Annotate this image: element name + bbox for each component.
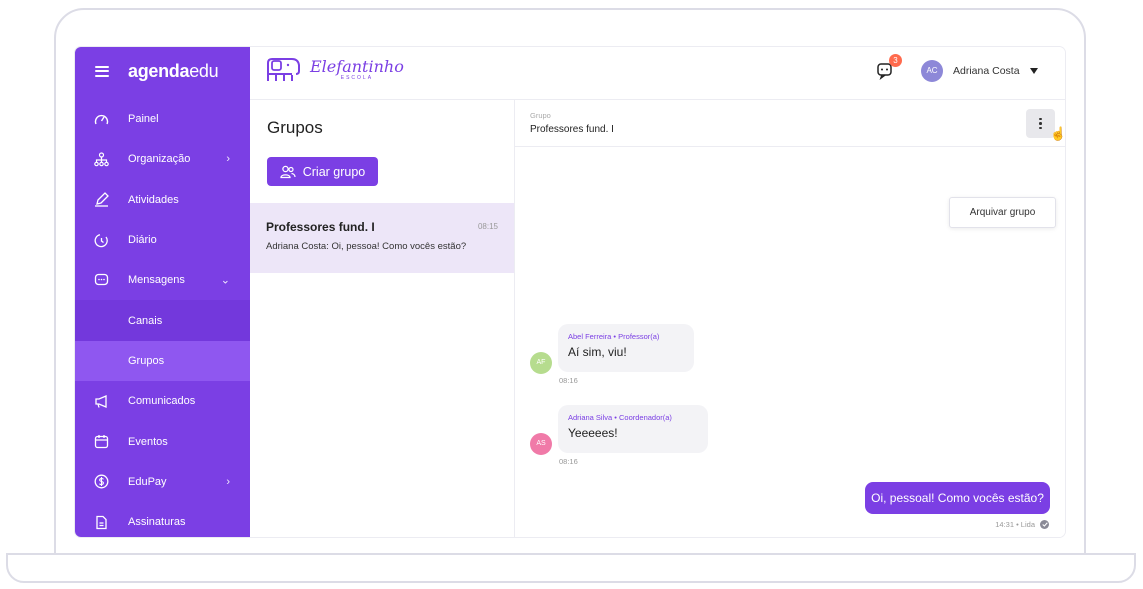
school-logo: Elefantinho ESCOLA bbox=[266, 57, 404, 83]
menu-icon[interactable] bbox=[95, 65, 109, 77]
chat-header: Grupo Professores fund. I ☝ bbox=[515, 100, 1065, 147]
sidebar-item-label: Atividades bbox=[128, 193, 179, 206]
school-name: Elefantinho bbox=[310, 57, 404, 76]
group-preview: Adriana Costa: Oi, pessoa! Como vocês es… bbox=[266, 241, 467, 252]
caret-down-icon bbox=[1029, 68, 1038, 74]
hand-cursor-icon: ☝ bbox=[1050, 126, 1065, 141]
message-bubble: Adriana Silva • Coordenador(a) Yeeeees! bbox=[558, 405, 708, 453]
sidebar-header: agendaedu bbox=[75, 47, 250, 95]
group-name: Professores fund. I bbox=[266, 220, 375, 234]
brand-logo: agendaedu bbox=[128, 60, 219, 81]
sidebar-item-label: Diário bbox=[128, 234, 157, 247]
message-time: 08:16 bbox=[559, 457, 578, 466]
avatar: AC bbox=[921, 60, 943, 82]
chevron-right-icon: › bbox=[226, 475, 230, 488]
message-author: Abel Ferreira • Professor(a) bbox=[568, 332, 660, 341]
sidebar-item-label: Organização bbox=[128, 153, 191, 166]
create-group-button[interactable]: Criar grupo bbox=[267, 157, 378, 186]
sidebar-item-diario[interactable]: Diário bbox=[75, 220, 250, 260]
sidebar: agendaedu Painel Organização › Atividade… bbox=[75, 47, 250, 537]
top-bar: Elefantinho ESCOLA 3 AC Adriana Costa bbox=[250, 47, 1065, 100]
message-time: 08:16 bbox=[559, 376, 578, 385]
calendar-icon bbox=[93, 434, 109, 450]
sidebar-item-canais[interactable]: Canais bbox=[75, 300, 250, 341]
avatar: AS bbox=[530, 433, 552, 455]
message-meta: 14:31 • Lida bbox=[995, 520, 1035, 529]
message-text: Aí sim, viu! bbox=[568, 345, 627, 359]
app-screen: agendaedu Painel Organização › Atividade… bbox=[75, 47, 1065, 537]
chat-panel: Grupo Professores fund. I ☝ Arquivar gru… bbox=[515, 100, 1065, 537]
megaphone-icon bbox=[93, 393, 109, 409]
chat-icon bbox=[93, 272, 109, 288]
cycle-icon bbox=[93, 232, 109, 248]
pencil-icon bbox=[93, 192, 109, 208]
dollar-icon bbox=[93, 474, 109, 490]
document-icon bbox=[93, 514, 109, 530]
archive-group-menu-item[interactable]: Arquivar grupo bbox=[949, 197, 1056, 228]
avatar: AF bbox=[530, 352, 552, 374]
sidebar-item-painel[interactable]: Painel bbox=[75, 99, 250, 139]
sidebar-item-atividades[interactable]: Atividades bbox=[75, 180, 250, 220]
elephant-icon bbox=[267, 58, 300, 81]
laptop-base bbox=[6, 553, 1136, 583]
sidebar-item-label: Grupos bbox=[128, 354, 165, 367]
chat-title: Professores fund. I bbox=[530, 124, 614, 135]
sidebar-item-mensagens[interactable]: Mensagens ⌄ bbox=[75, 260, 250, 300]
sidebar-item-edupay[interactable]: EduPay › bbox=[75, 462, 250, 502]
user-name: Adriana Costa bbox=[953, 65, 1020, 77]
group-list-item[interactable]: Professores fund. I 08:15 Adriana Costa:… bbox=[250, 203, 514, 273]
outgoing-message: Oi, pessoal! Como vocês estão? bbox=[865, 482, 1050, 514]
sidebar-item-grupos[interactable]: Grupos bbox=[75, 340, 250, 382]
users-icon bbox=[280, 165, 296, 178]
groups-panel: Grupos Criar grupo Professores fund. I 0… bbox=[250, 100, 515, 537]
sidebar-item-label: Mensagens bbox=[128, 274, 185, 287]
message-text: Yeeeees! bbox=[568, 426, 618, 440]
message-status: 14:31 • Lida bbox=[995, 520, 1049, 529]
sidebar-nav: Painel Organização › Atividades Diário M… bbox=[75, 99, 250, 537]
message-author: Adriana Silva • Coordenador(a) bbox=[568, 413, 672, 422]
notification-badge: 3 bbox=[889, 54, 902, 67]
gauge-icon bbox=[93, 111, 109, 127]
sidebar-item-organizacao[interactable]: Organização › bbox=[75, 139, 250, 179]
chevron-right-icon: › bbox=[226, 153, 230, 166]
create-group-label: Criar grupo bbox=[302, 164, 366, 179]
sidebar-item-eventos[interactable]: Eventos bbox=[75, 421, 250, 461]
sidebar-item-label: Assinaturas bbox=[128, 516, 186, 529]
check-icon bbox=[1040, 520, 1049, 529]
sidebar-item-label: Canais bbox=[128, 314, 163, 327]
sidebar-item-assinaturas[interactable]: Assinaturas bbox=[75, 502, 250, 537]
notifications-button[interactable]: 3 bbox=[874, 54, 902, 81]
chevron-down-icon: ⌄ bbox=[220, 274, 230, 287]
sidebar-item-label: Eventos bbox=[128, 435, 168, 448]
sidebar-item-label: Painel bbox=[128, 113, 159, 126]
group-time: 08:15 bbox=[477, 222, 498, 231]
sidebar-item-label: Comunicados bbox=[128, 395, 196, 408]
page-title: Grupos bbox=[267, 118, 323, 137]
message-bubble: Abel Ferreira • Professor(a) Aí sim, viu… bbox=[558, 324, 694, 372]
chat-type-label: Grupo bbox=[530, 111, 551, 120]
sidebar-item-label: EduPay bbox=[128, 475, 167, 488]
sidebar-item-comunicados[interactable]: Comunicados bbox=[75, 381, 250, 421]
user-menu[interactable]: AC Adriana Costa bbox=[921, 60, 1038, 82]
org-chart-icon bbox=[93, 151, 109, 167]
